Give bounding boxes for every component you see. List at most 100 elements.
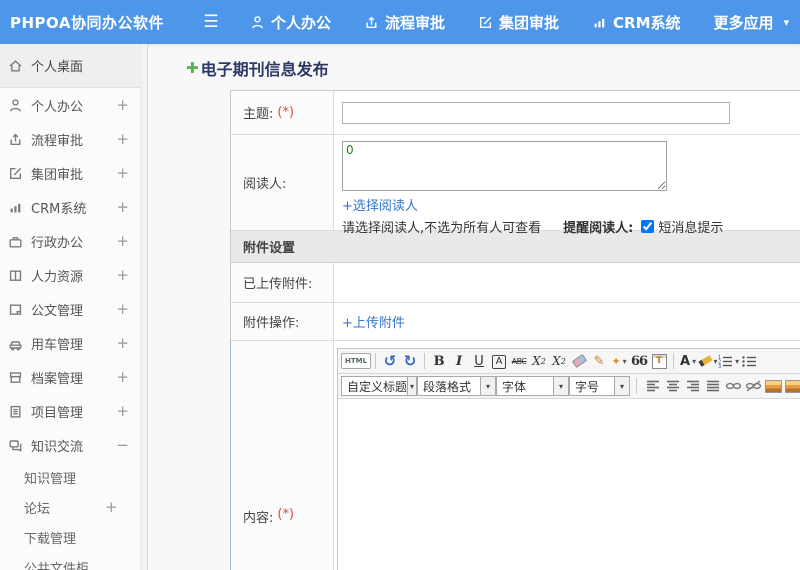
sidebar-item-archive-management[interactable]: 档案管理 + bbox=[0, 360, 147, 394]
readers-hint-text: 请选择阅读人,不选为所有人可查看 bbox=[342, 221, 542, 236]
format-brush-button[interactable]: ✎ bbox=[589, 351, 609, 371]
sidebar-item-human-resources[interactable]: 人力资源 + bbox=[0, 258, 147, 292]
app-title[interactable]: PHPOA协同办公软件 bbox=[0, 12, 196, 33]
nav-workflow-approval[interactable]: 流程审批 bbox=[364, 12, 445, 33]
editor-content-area[interactable] bbox=[338, 399, 800, 570]
expand-icon[interactable]: + bbox=[116, 402, 129, 420]
workflow-icon bbox=[10, 133, 21, 145]
expand-icon[interactable]: + bbox=[116, 334, 129, 352]
nav-personal-office[interactable]: 个人办公 bbox=[250, 12, 331, 33]
insert-link-button[interactable] bbox=[723, 376, 743, 396]
expand-icon[interactable]: + bbox=[116, 96, 129, 114]
subject-input[interactable] bbox=[342, 101, 730, 124]
sidebar-subitem-forum[interactable]: 论坛 + bbox=[0, 492, 147, 522]
nav-label: CRM系统 bbox=[613, 13, 681, 32]
expand-icon[interactable]: + bbox=[116, 232, 129, 250]
superscript-button[interactable]: X2 bbox=[529, 351, 549, 371]
uploaded-attachments-label: 已上传附件: bbox=[243, 277, 313, 292]
auto-format-button[interactable]: ✦ ▾ bbox=[609, 351, 629, 371]
sidebar-scrollbar[interactable] bbox=[140, 44, 147, 570]
sidebar-item-personal-desktop[interactable]: 个人桌面 bbox=[0, 44, 147, 88]
align-right-button[interactable] bbox=[683, 376, 703, 396]
expand-icon[interactable]: + bbox=[116, 266, 129, 284]
wand-icon: ✦ bbox=[611, 354, 621, 368]
nav-group-approval[interactable]: 集团审批 bbox=[478, 12, 559, 33]
expand-icon[interactable]: + bbox=[116, 164, 129, 182]
required-mark: (*) bbox=[277, 507, 295, 522]
align-justify-button[interactable] bbox=[703, 376, 723, 396]
person-icon bbox=[252, 15, 263, 29]
paste-icon: T bbox=[651, 353, 667, 369]
sidebar-item-workflow-approval[interactable]: 流程审批 + bbox=[0, 122, 147, 156]
attachment-section-title: 附件设置 bbox=[243, 241, 296, 256]
workflow-icon bbox=[366, 16, 377, 28]
paragraph-format-select[interactable]: 段落格式 ▾ bbox=[417, 376, 496, 396]
sidebar-subitem-label: 公共文件柜 bbox=[24, 561, 90, 570]
home-icon bbox=[9, 60, 22, 72]
insert-media-button[interactable] bbox=[783, 376, 800, 396]
edit-icon bbox=[480, 16, 492, 28]
sidebar-item-group-approval[interactable]: 集团审批 + bbox=[0, 156, 147, 190]
align-left-icon bbox=[647, 380, 659, 392]
top-bar: PHPOA协同办公软件 ☰ 个人办公 流程审批 集团审批 CRM系统 更多应用 … bbox=[0, 0, 800, 44]
subscript-button[interactable]: X2 bbox=[549, 351, 569, 371]
expand-icon[interactable]: + bbox=[116, 368, 129, 386]
align-center-button[interactable] bbox=[663, 376, 683, 396]
upload-attachment-link[interactable]: +上传附件 bbox=[342, 312, 405, 331]
sidebar-item-personal-office[interactable]: 个人办公 + bbox=[0, 88, 147, 122]
readers-textarea[interactable]: 0 bbox=[342, 141, 667, 191]
expand-icon[interactable]: + bbox=[116, 130, 129, 148]
underline-button[interactable]: U bbox=[469, 351, 489, 371]
font-family-select[interactable]: 字体 ▾ bbox=[496, 376, 569, 396]
sidebar-item-vehicle-management[interactable]: 用车管理 + bbox=[0, 326, 147, 360]
undo-button[interactable]: ↺ bbox=[380, 351, 400, 371]
editor-toolbar-row-2: 自定义标题 ▾ 段落格式 ▾ 字体 ▾ 字号 ▾ bbox=[338, 374, 800, 399]
rich-text-editor: HTML ↺ ↻ B I U A ABC X2 X2 ✎ ✦ ▾ 66 T A … bbox=[337, 348, 800, 570]
align-justify-icon bbox=[707, 380, 719, 392]
add-plus-icon: ✚ bbox=[186, 59, 199, 77]
nav-label: 更多应用 bbox=[713, 13, 774, 32]
expand-icon[interactable]: + bbox=[116, 300, 129, 318]
ordered-list-button[interactable]: 1 2 3 ▾ bbox=[718, 351, 739, 371]
font-size-select[interactable]: 字号 ▾ bbox=[569, 376, 630, 396]
html-source-button[interactable]: HTML bbox=[341, 353, 372, 369]
font-color-button[interactable]: A ▾ bbox=[678, 351, 698, 371]
strikethrough-button[interactable]: ABC bbox=[509, 351, 529, 371]
italic-button[interactable]: I bbox=[449, 351, 469, 371]
align-left-button[interactable] bbox=[643, 376, 663, 396]
attachment-actions-label-cell: 附件操作: bbox=[231, 303, 334, 340]
hamburger-menu-icon[interactable]: ☰ bbox=[196, 12, 226, 32]
bar-chart-icon bbox=[10, 203, 21, 212]
nav-more-apps[interactable]: 更多应用 ▾ bbox=[714, 12, 790, 33]
choose-readers-link[interactable]: +选择阅读人 bbox=[342, 195, 418, 214]
sidebar-item-crm-system[interactable]: CRM系统 + bbox=[0, 190, 147, 224]
nav-crm-system[interactable]: CRM系统 bbox=[592, 12, 681, 33]
sidebar-item-label: 行政办公 bbox=[31, 235, 84, 251]
subject-label-cell: 主题: (*) bbox=[231, 91, 334, 134]
unordered-list-button[interactable] bbox=[739, 351, 759, 371]
content-label: 内容: bbox=[243, 511, 274, 526]
sidebar-item-label: 知识交流 bbox=[31, 439, 84, 455]
sidebar-item-document-management[interactable]: 公文管理 + bbox=[0, 292, 147, 326]
collapse-icon[interactable]: − bbox=[116, 436, 129, 454]
sidebar-subitem-download-management[interactable]: 下载管理 bbox=[0, 522, 147, 552]
eraser-button[interactable] bbox=[569, 351, 589, 371]
paste-special-button[interactable]: T bbox=[649, 351, 669, 371]
font-style-button[interactable]: A bbox=[492, 354, 507, 369]
highlight-button[interactable]: ▾ bbox=[697, 351, 718, 371]
page-title-text: 电子期刊信息发布 bbox=[200, 60, 329, 79]
heading-select[interactable]: 自定义标题 ▾ bbox=[341, 376, 417, 396]
sidebar-item-knowledge-exchange[interactable]: 知识交流 − bbox=[0, 428, 147, 462]
bold-button[interactable]: B bbox=[429, 351, 449, 371]
sidebar-subitem-knowledge-management[interactable]: 知识管理 bbox=[0, 462, 147, 492]
remove-link-button[interactable] bbox=[743, 376, 763, 396]
sms-notice-checkbox[interactable] bbox=[641, 220, 655, 233]
expand-icon[interactable]: + bbox=[116, 198, 129, 216]
insert-image-button[interactable] bbox=[763, 376, 783, 396]
expand-icon[interactable]: + bbox=[105, 498, 118, 516]
sidebar-item-project-management[interactable]: 项目管理 + bbox=[0, 394, 147, 428]
blockquote-button[interactable]: 66 bbox=[629, 351, 649, 371]
redo-button[interactable]: ↻ bbox=[400, 351, 420, 371]
sidebar-item-admin-office[interactable]: 行政办公 + bbox=[0, 224, 147, 258]
sidebar-subitem-public-file-cabinet[interactable]: 公共文件柜 bbox=[0, 552, 147, 570]
